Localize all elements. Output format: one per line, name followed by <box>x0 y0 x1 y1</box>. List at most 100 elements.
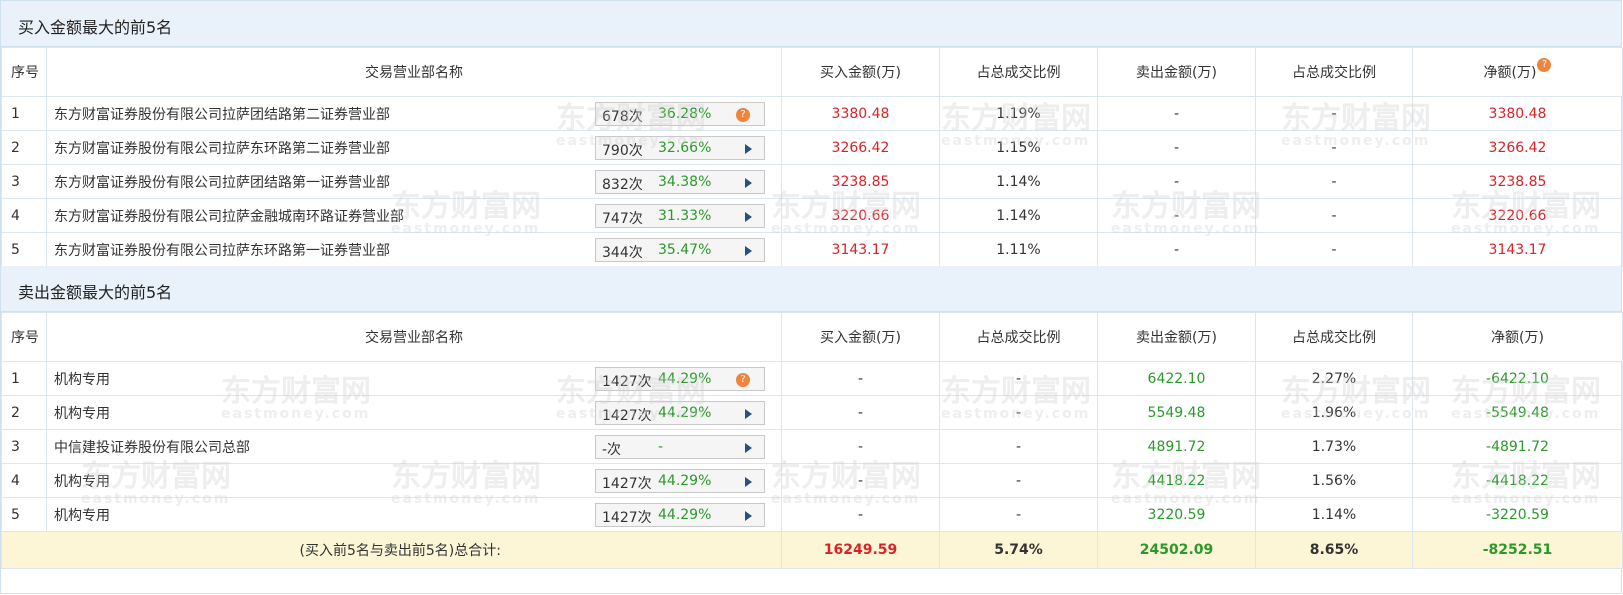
col-header-seq: 序号 <box>1 312 47 362</box>
broker-count: 790次 <box>602 143 643 159</box>
broker-name-link[interactable]: 中信建投证券股份有限公司总部 <box>54 437 250 457</box>
row-broker: 东方财富证券股份有限公司拉萨团结路第一证券营业部 832次 34.38% <box>46 164 782 199</box>
help-question-icon[interactable]: ? <box>736 108 750 122</box>
broker-win-rate: 44.29% <box>658 405 712 421</box>
buy-section-title: 买入金额最大的前5名 <box>18 18 173 37</box>
row-sell-ratio: - <box>1255 164 1413 199</box>
broker-win-rate: 32.66% <box>658 140 712 156</box>
col-header-name: 交易营业部名称 <box>46 47 782 97</box>
help-question-icon[interactable]: ? <box>1537 58 1552 72</box>
help-question-icon[interactable]: ? <box>736 373 750 387</box>
row-seq: 4 <box>1 198 47 233</box>
table-row: 4 东方财富证券股份有限公司拉萨金融城南环路证券营业部 747次 31.33% 3220… <box>1 198 1623 233</box>
sell-table-header: 序号 交易营业部名称 买入金额(万) 占总成交比例 卖出金额(万) 占总成交比例… <box>1 312 1623 362</box>
broker-stats-button[interactable]: 747次 31.33% <box>595 204 765 228</box>
expand-arrow-icon[interactable] <box>745 511 752 521</box>
expand-arrow-icon[interactable] <box>745 178 752 188</box>
col-header-net: 净额(万)? <box>1412 47 1623 97</box>
broker-count: 678次 <box>602 109 643 125</box>
col-header-net-label: 净额(万) <box>1483 65 1537 81</box>
row-sell-ratio: - <box>1255 96 1413 131</box>
row-broker: 东方财富证券股份有限公司拉萨团结路第二证券营业部 678次 36.28%? <box>46 96 782 131</box>
row-sell: - <box>1097 232 1256 267</box>
broker-count: 747次 <box>602 211 643 227</box>
broker-stats-button[interactable]: 678次 36.28%? <box>595 102 765 126</box>
col-header-buy: 买入金额(万) <box>781 312 940 362</box>
broker-win-rate: 34.38% <box>658 174 712 190</box>
broker-name-link[interactable]: 东方财富证券股份有限公司拉萨团结路第二证券营业部 <box>54 104 390 124</box>
broker-stats-button[interactable]: 832次 34.38% <box>595 170 765 194</box>
col-header-name: 交易营业部名称 <box>46 312 782 362</box>
expand-arrow-icon[interactable] <box>745 144 752 154</box>
row-net: 3380.48 <box>1412 96 1623 131</box>
row-sell-ratio: 1.56% <box>1255 463 1413 498</box>
broker-stats-button[interactable]: 1427次 44.29% <box>595 401 765 425</box>
row-seq: 1 <box>1 361 47 396</box>
broker-win-rate: 35.47% <box>658 242 712 258</box>
broker-stats-button[interactable]: 1427次 44.29% <box>595 469 765 493</box>
row-buy: 3266.42 <box>781 130 940 165</box>
broker-name-link[interactable]: 东方财富证券股份有限公司拉萨团结路第一证券营业部 <box>54 172 390 192</box>
row-seq: 4 <box>1 463 47 498</box>
col-header-buy: 买入金额(万) <box>781 47 940 97</box>
broker-win-rate: 44.29% <box>658 473 712 489</box>
broker-name-link[interactable]: 东方财富证券股份有限公司拉萨金融城南环路证券营业部 <box>54 206 404 226</box>
row-broker: 机构专用 1427次 44.29%? <box>46 361 782 396</box>
broker-name-link[interactable]: 机构专用 <box>54 403 110 423</box>
broker-stats-button[interactable]: 790次 32.66% <box>595 136 765 160</box>
broker-stats-button[interactable]: 1427次 44.29%? <box>595 367 765 391</box>
broker-name-link[interactable]: 东方财富证券股份有限公司拉萨东环路第一证券营业部 <box>54 240 390 260</box>
row-seq: 1 <box>1 96 47 131</box>
row-seq: 5 <box>1 232 47 267</box>
expand-arrow-icon[interactable] <box>745 246 752 256</box>
row-sell: 4891.72 <box>1097 429 1256 464</box>
row-sell: - <box>1097 130 1256 165</box>
row-net: -4418.22 <box>1412 463 1623 498</box>
row-buy-ratio: - <box>939 497 1098 532</box>
total-sell-ratio: 8.65% <box>1255 531 1413 569</box>
broker-name-link[interactable]: 机构专用 <box>54 505 110 525</box>
total-label: (买入前5名与卖出前5名)总合计: <box>1 531 782 569</box>
row-buy: - <box>781 361 940 396</box>
buy-table-header: 序号 交易营业部名称 买入金额(万) 占总成交比例 卖出金额(万) 占总成交比例… <box>1 47 1623 97</box>
broker-name-link[interactable]: 机构专用 <box>54 369 110 389</box>
broker-stats-button[interactable]: -次 - <box>595 435 765 459</box>
row-sell-ratio: 2.27% <box>1255 361 1413 396</box>
row-seq: 3 <box>1 164 47 199</box>
row-net: 3238.85 <box>1412 164 1623 199</box>
row-buy: - <box>781 395 940 430</box>
total-buy-ratio: 5.74% <box>939 531 1098 569</box>
broker-name-link[interactable]: 机构专用 <box>54 471 110 491</box>
table-row: 4 机构专用 1427次 44.29% - -4418.22 1.56% -4418.22 <box>1 463 1623 498</box>
buy-section-title-bar: 买入金额最大的前5名 <box>1 1 1621 47</box>
expand-arrow-icon[interactable] <box>745 409 752 419</box>
broker-win-rate: 44.29% <box>658 371 712 387</box>
row-seq: 3 <box>1 429 47 464</box>
expand-arrow-icon[interactable] <box>745 443 752 453</box>
expand-arrow-icon[interactable] <box>745 212 752 222</box>
row-broker: 机构专用 1427次 44.29% <box>46 395 782 430</box>
table-row: 2 机构专用 1427次 44.29% - -5549.48 1.96% -5549.48 <box>1 395 1623 430</box>
row-broker: 机构专用 1427次 44.29% <box>46 497 782 532</box>
broker-name-link[interactable]: 东方财富证券股份有限公司拉萨东环路第二证券营业部 <box>54 138 390 158</box>
row-net: -4891.72 <box>1412 429 1623 464</box>
total-buy: 16249.59 <box>781 531 940 569</box>
row-buy-ratio: 1.11% <box>939 232 1098 267</box>
row-buy-ratio: - <box>939 429 1098 464</box>
table-row: 1 东方财富证券股份有限公司拉萨团结路第二证券营业部 678次 36.28%? 3380… <box>1 96 1623 131</box>
col-header-sell-ratio: 占总成交比例 <box>1255 47 1413 97</box>
row-buy: - <box>781 429 940 464</box>
col-header-buy-ratio: 占总成交比例 <box>939 47 1098 97</box>
row-sell: - <box>1097 96 1256 131</box>
broker-stats-button[interactable]: 1427次 44.29% <box>595 503 765 527</box>
broker-win-rate: 44.29% <box>658 507 712 523</box>
total-sell: 24502.09 <box>1097 531 1256 569</box>
row-sell-ratio: - <box>1255 198 1413 233</box>
col-header-seq: 序号 <box>1 47 47 97</box>
row-net: 3266.42 <box>1412 130 1623 165</box>
expand-arrow-icon[interactable] <box>745 477 752 487</box>
sell-section-title-bar: 卖出金额最大的前5名 <box>1 266 1621 312</box>
row-sell-ratio: 1.14% <box>1255 497 1413 532</box>
broker-stats-button[interactable]: 344次 35.47% <box>595 238 765 262</box>
broker-count: 344次 <box>602 245 643 261</box>
